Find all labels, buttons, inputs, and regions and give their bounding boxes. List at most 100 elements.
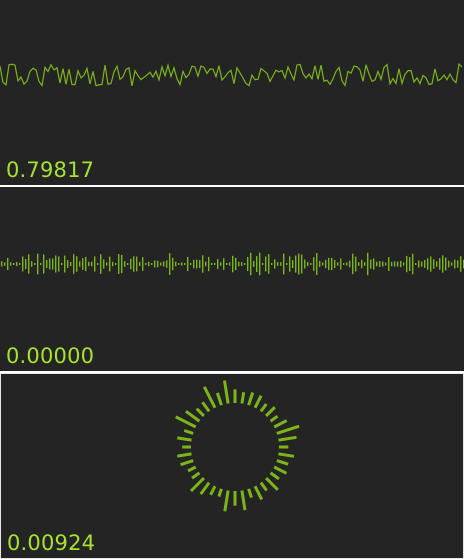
- frequency-bar: [64, 255, 66, 273]
- radial-bar: [259, 403, 268, 413]
- frequency-bar: [166, 260, 168, 268]
- radial-bars-panel: 0.00924: [0, 373, 464, 559]
- frequency-bar: [289, 256, 291, 272]
- frequency-bar: [25, 259, 27, 270]
- frequency-bar: [70, 262, 72, 267]
- frequency-bar: [118, 254, 120, 274]
- frequency-bar: [214, 263, 216, 265]
- frequency-bar: [307, 261, 309, 267]
- radial-bar: [259, 481, 268, 492]
- frequency-bar: [250, 252, 252, 276]
- frequency-bar: [85, 256, 87, 272]
- frequency-bar: [460, 256, 462, 272]
- frequency-bar: [400, 260, 402, 268]
- frequency-bar: [292, 260, 294, 268]
- frequency-bar: [391, 261, 393, 267]
- frequency-bar: [244, 263, 246, 265]
- frequency-bar: [22, 256, 24, 272]
- radial-bar: [187, 465, 197, 473]
- frequency-bar: [421, 261, 423, 267]
- frequency-bar: [115, 263, 117, 265]
- frequency-bar: [325, 259, 327, 269]
- waveform-panel: 0.79817: [0, 0, 464, 185]
- frequency-bar: [88, 261, 90, 267]
- frequency-bar: [226, 263, 228, 265]
- radial-bar: [273, 419, 288, 429]
- frequency-bar: [76, 256, 78, 272]
- frequency-bar: [127, 263, 129, 265]
- frequency-bar: [196, 259, 198, 269]
- frequency-bar: [199, 260, 201, 268]
- radial-bar: [273, 465, 288, 475]
- frequency-bar: [220, 262, 222, 266]
- radial-bar: [278, 452, 295, 458]
- frequency-bar: [382, 261, 384, 267]
- frequency-bar: [154, 260, 156, 268]
- frequency-bar: [442, 255, 444, 273]
- radial-bar: [276, 459, 289, 466]
- frequency-bar: [352, 253, 354, 275]
- frequency-bar: [310, 263, 312, 265]
- radial-bar: [217, 488, 223, 497]
- frequency-bar: [151, 263, 153, 265]
- frequency-bar: [454, 259, 456, 269]
- frequency-bar: [202, 255, 204, 273]
- frequency-bar: [205, 261, 207, 267]
- frequency-bar: [130, 258, 132, 270]
- frequency-bar: [451, 262, 453, 266]
- frequency-bar: [172, 257, 174, 271]
- frequency-bar: [403, 262, 405, 266]
- frequency-bar: [229, 262, 231, 266]
- frequency-bar: [232, 255, 234, 273]
- frequency-bar: [283, 253, 285, 275]
- frequency-bar: [94, 256, 96, 272]
- radial-bar: [191, 471, 201, 480]
- frequency-bar: [370, 259, 372, 269]
- radial-bar: [265, 477, 279, 491]
- frequency-bar: [355, 256, 357, 272]
- radial-bar: [240, 490, 247, 511]
- frequency-bar: [28, 254, 30, 274]
- frequency-bar: [427, 258, 429, 270]
- frequency-bar: [55, 255, 57, 273]
- frequency-bar: [316, 252, 318, 276]
- radial-bars-readout: 0.00924: [7, 531, 96, 555]
- frequency-bar: [424, 260, 426, 268]
- frequency-bar: [106, 262, 108, 266]
- frequency-bar: [148, 261, 150, 267]
- frequency-bar: [295, 255, 297, 273]
- radial-bar: [209, 485, 217, 496]
- radial-bar: [215, 392, 223, 406]
- frequency-bar: [256, 256, 258, 272]
- frequency-bar: [331, 257, 333, 270]
- frequency-bar: [373, 258, 375, 270]
- frequency-bar: [349, 260, 351, 268]
- radial-bar: [177, 452, 192, 458]
- frequency-bar: [109, 256, 111, 272]
- frequency-bar: [79, 261, 81, 267]
- frequency-bar: [124, 261, 126, 267]
- radial-bar: [223, 380, 230, 404]
- frequency-bar: [1, 261, 3, 267]
- radial-bar: [269, 471, 280, 481]
- radial-bar: [201, 401, 211, 413]
- frequency-bar: [433, 259, 435, 269]
- frequency-bar: [136, 256, 138, 272]
- frequency-bar: [208, 256, 210, 272]
- frequency-bar: [277, 262, 279, 266]
- frequency-bar: [388, 257, 390, 271]
- radial-bar: [189, 477, 205, 493]
- radial-bar: [247, 488, 253, 499]
- frequency-bar: [4, 262, 6, 266]
- frequency-bar: [322, 262, 324, 266]
- frequency-bar: [361, 259, 363, 269]
- frequency-bar: [178, 263, 180, 265]
- radial-bar: [223, 490, 230, 512]
- frequency-bar: [181, 262, 183, 266]
- frequency-bar: [379, 261, 381, 267]
- frequency-bar: [241, 262, 243, 266]
- radial-bar: [276, 424, 300, 435]
- frequency-bar: [385, 262, 387, 266]
- frequency-bar: [40, 263, 42, 265]
- frequency-bar: [253, 260, 255, 267]
